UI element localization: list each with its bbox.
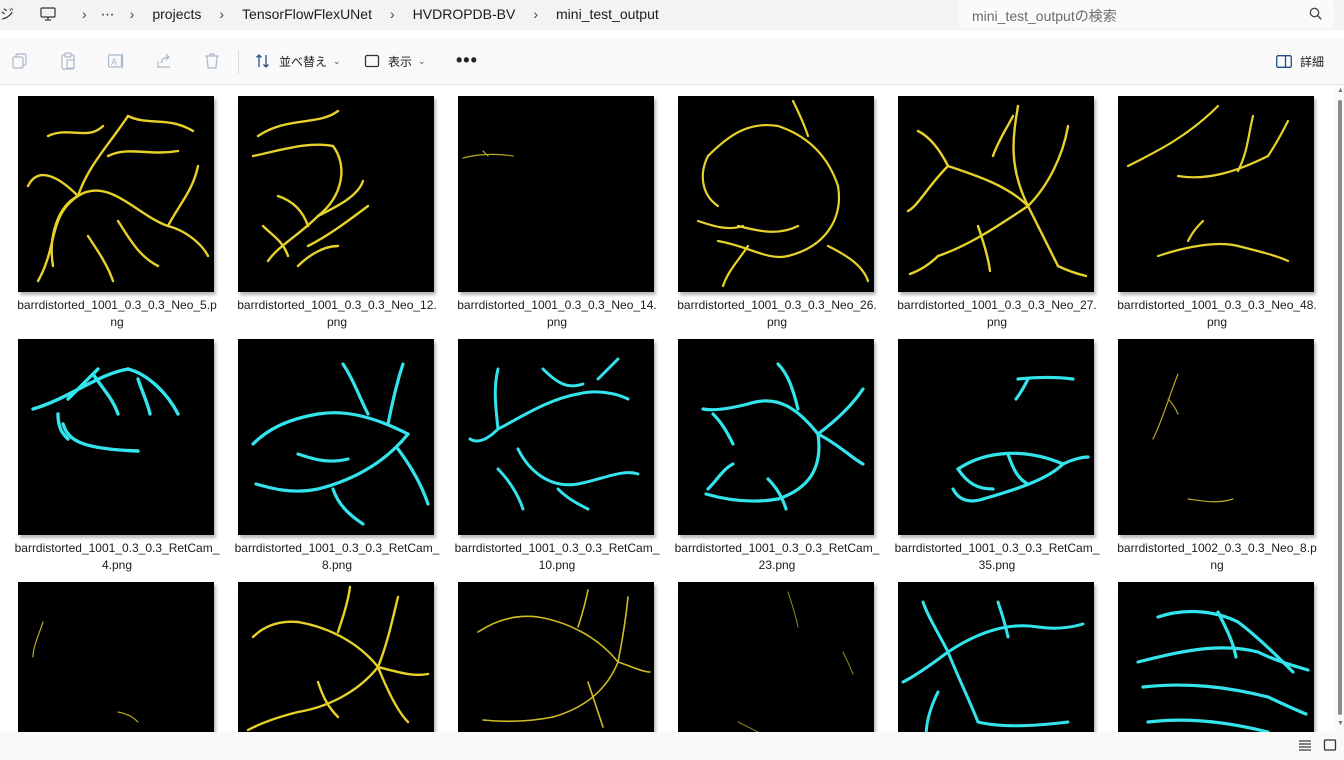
thumbnail-image bbox=[678, 582, 874, 732]
sort-label: 並べ替え bbox=[279, 54, 328, 69]
this-pc-icon[interactable] bbox=[40, 7, 56, 21]
breadcrumb-item-mini-test-output[interactable]: mini_test_output bbox=[552, 4, 663, 24]
details-label: 詳細 bbox=[1300, 55, 1325, 69]
file-name: barrdistorted_1002_0.3_0.3_Neo_8.png bbox=[1117, 541, 1317, 572]
thumbnail-image bbox=[1118, 96, 1314, 292]
file-grid: barrdistorted_1001_0.3_0.3_Neo_5.png bar… bbox=[0, 85, 1334, 732]
edge-glyph: ジ bbox=[0, 6, 14, 22]
thumbnail-image bbox=[18, 96, 214, 292]
file-name: barrdistorted_1001_0.3_0.3_Neo_48.png bbox=[1117, 298, 1317, 329]
thumbnail-image bbox=[238, 339, 434, 535]
thumbnail-image bbox=[238, 582, 434, 732]
sort-button[interactable]: 並べ替え ⌄ bbox=[255, 49, 341, 73]
breadcrumb[interactable]: › ⋯ › projects › TensorFlowFlexUNet › HV… bbox=[30, 0, 948, 28]
file-name: barrdistorted_1001_0.3_0.3_Neo_27.png bbox=[897, 298, 1097, 329]
breadcrumb-item-tensorflowflexunet[interactable]: TensorFlowFlexUNet bbox=[238, 4, 376, 24]
thumbnail-image bbox=[678, 339, 874, 535]
file-name: barrdistorted_1001_0.3_0.3_Neo_12.png bbox=[237, 298, 437, 329]
file-name: barrdistorted_1001_0.3_0.3_RetCam_10.png bbox=[454, 541, 660, 572]
file-name: barrdistorted_1001_0.3_0.3_Neo_26.png bbox=[677, 298, 877, 329]
file-name: barrdistorted_1001_0.3_0.3_RetCam_23.png bbox=[674, 541, 880, 572]
details-pane-button[interactable]: 詳細 bbox=[1276, 53, 1324, 70]
scroll-down-arrow-icon[interactable]: ▼ bbox=[1337, 720, 1344, 727]
sort-icon bbox=[256, 54, 269, 68]
copy-icon[interactable] bbox=[11, 52, 29, 70]
large-icons-view-icon[interactable] bbox=[1323, 738, 1337, 752]
command-bar: A 並べ替え ⌄ 表示 ⌄ ••• 詳細 bbox=[0, 38, 1344, 85]
chevron-right-icon: › bbox=[219, 6, 225, 22]
chevron-right-icon: › bbox=[82, 6, 87, 22]
thumbnail-image bbox=[898, 582, 1094, 732]
search-box[interactable]: mini_test_outputの検索 bbox=[958, 0, 1334, 28]
chevron-down-icon: ⌄ bbox=[418, 55, 426, 66]
chevron-right-icon: › bbox=[389, 6, 395, 22]
chevron-right-icon: › bbox=[533, 6, 539, 22]
thumbnail-image bbox=[238, 96, 434, 292]
more-options-button[interactable]: ••• bbox=[456, 50, 478, 71]
thumbnail-image bbox=[458, 582, 654, 732]
thumbnail-image bbox=[18, 339, 214, 535]
toolbar-divider bbox=[238, 50, 239, 74]
thumbnail-image bbox=[458, 339, 654, 535]
file-name: barrdistorted_1001_0.3_0.3_RetCam_4.png bbox=[14, 541, 220, 572]
rename-icon[interactable]: A bbox=[107, 52, 125, 70]
file-name: barrdistorted_1001_0.3_0.3_Neo_5.png bbox=[17, 298, 217, 329]
chevron-right-icon: › bbox=[129, 6, 135, 22]
thumbnail-image bbox=[898, 339, 1094, 535]
thumbnail-image bbox=[458, 96, 654, 292]
thumbnail-image bbox=[678, 96, 874, 292]
view-icon bbox=[364, 54, 380, 68]
address-bar: ジ › ⋯ › projects › TensorFlowFlexUNet › … bbox=[0, 0, 1344, 30]
file-name: barrdistorted_1001_0.3_0.3_Neo_14.png bbox=[457, 298, 657, 329]
breadcrumb-overflow[interactable]: ⋯ bbox=[101, 6, 116, 23]
paste-icon[interactable] bbox=[59, 52, 77, 70]
chevron-down-icon: ⌄ bbox=[333, 55, 341, 66]
breadcrumb-item-projects[interactable]: projects bbox=[148, 4, 205, 24]
thumbnail-image bbox=[1118, 582, 1314, 732]
thumbnail-image bbox=[18, 582, 214, 732]
delete-icon[interactable] bbox=[203, 52, 221, 70]
view-label: 表示 bbox=[388, 54, 413, 69]
status-bar bbox=[0, 732, 1344, 760]
scrollbar-thumb[interactable] bbox=[1338, 100, 1342, 715]
breadcrumb-item-hvdropdb-bv[interactable]: HVDROPDB-BV bbox=[409, 4, 520, 24]
file-name: barrdistorted_1001_0.3_0.3_RetCam_8.png bbox=[234, 541, 440, 572]
details-view-icon[interactable] bbox=[1298, 738, 1312, 752]
details-pane-icon bbox=[1276, 55, 1292, 68]
search-input[interactable]: mini_test_outputの検索 bbox=[972, 6, 1117, 26]
scroll-up-arrow-icon[interactable]: ▲ bbox=[1337, 87, 1344, 94]
thumbnail-image bbox=[898, 96, 1094, 292]
share-icon[interactable] bbox=[155, 52, 173, 70]
view-button[interactable]: 表示 ⌄ bbox=[364, 49, 426, 73]
file-name: barrdistorted_1001_0.3_0.3_RetCam_35.png bbox=[894, 541, 1100, 572]
search-icon[interactable] bbox=[1309, 7, 1322, 20]
svg-text:A: A bbox=[111, 57, 117, 67]
thumbnail-image bbox=[1118, 339, 1314, 535]
